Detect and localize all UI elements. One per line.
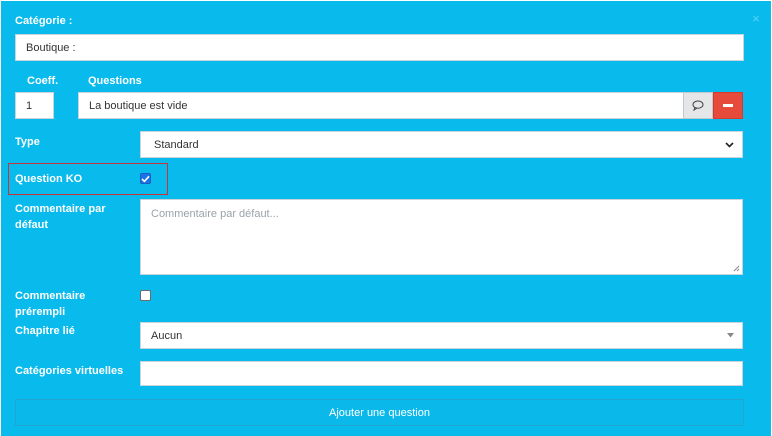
prefilled-comment-label-line2: prérempli	[15, 306, 66, 318]
type-select[interactable]: Standard	[140, 131, 743, 158]
question-ko-label: Question KO	[15, 173, 83, 185]
remove-question-button[interactable]	[713, 92, 743, 119]
prefilled-comment-label-line1: Commentaire	[15, 290, 86, 302]
virtual-categories-input[interactable]	[140, 361, 743, 386]
type-select-value: Standard	[154, 138, 199, 151]
resize-grip-icon[interactable]	[733, 265, 740, 272]
close-icon[interactable]: ×	[749, 12, 763, 26]
minus-icon	[723, 104, 733, 107]
chevron-down-icon	[725, 141, 734, 148]
question-form-panel: × Catégorie : Boutique : Coeff. Question…	[1, 1, 771, 436]
comment-icon	[692, 100, 704, 111]
category-label: Catégorie :	[15, 15, 73, 27]
linked-chapter-value: Aucun	[151, 329, 183, 342]
default-comment-textarea[interactable]: Commentaire par défaut...	[140, 199, 743, 275]
comment-button[interactable]	[683, 92, 713, 119]
coeff-input[interactable]: 1	[15, 92, 54, 119]
type-label: Type	[15, 136, 40, 148]
default-comment-label-line1: Commentaire par	[15, 203, 106, 215]
coeff-label: Coeff.	[27, 75, 59, 87]
caret-down-icon	[727, 333, 734, 338]
add-question-button[interactable]: Ajouter une question	[15, 399, 744, 426]
default-comment-label-line2: défaut	[15, 219, 48, 231]
question-ko-checkbox[interactable]	[140, 173, 151, 184]
virtual-categories-label: Catégories virtuelles	[15, 365, 124, 377]
checkmark-icon	[141, 175, 150, 183]
questions-label: Questions	[88, 75, 142, 87]
prefilled-comment-checkbox[interactable]	[140, 290, 151, 301]
default-comment-placeholder: Commentaire par défaut...	[151, 208, 279, 220]
linked-chapter-select[interactable]: Aucun	[140, 322, 743, 349]
category-input[interactable]: Boutique :	[15, 34, 744, 61]
question-input[interactable]: La boutique est vide	[78, 92, 684, 119]
linked-chapter-label: Chapitre lié	[15, 325, 75, 337]
